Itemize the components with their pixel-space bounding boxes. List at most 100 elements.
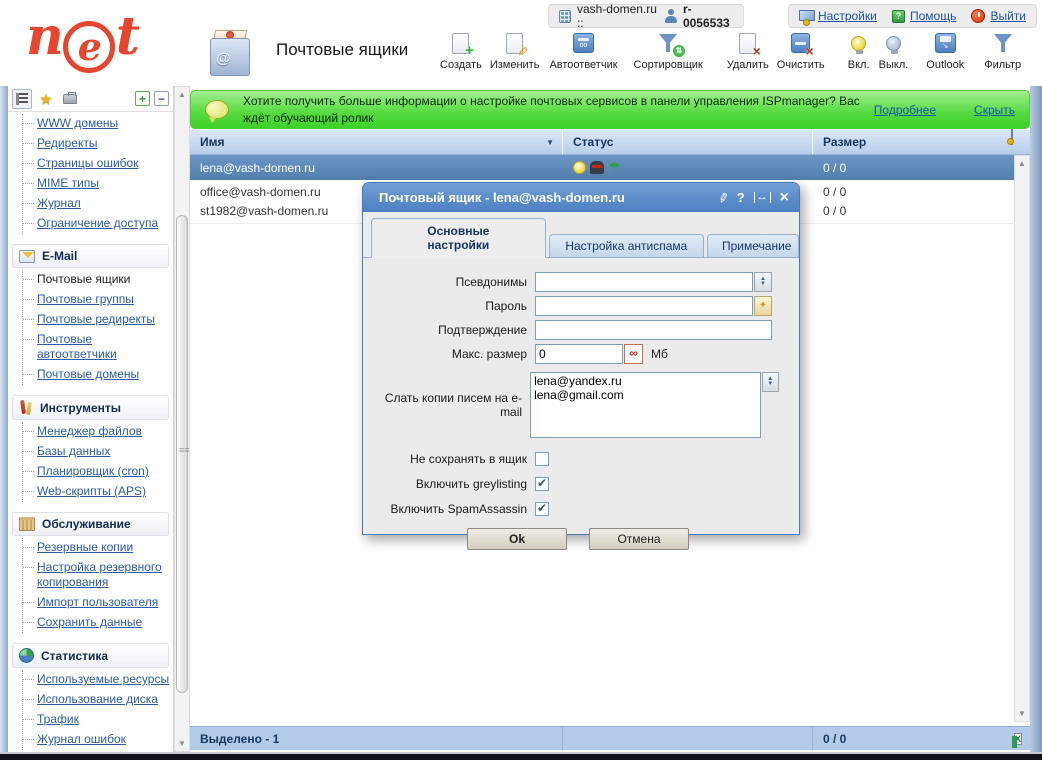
sorter-button[interactable]: ⇅Сортировщик (634, 30, 703, 71)
sidebar-item-mail-domains[interactable]: Почтовые домены (37, 367, 139, 381)
scroll-up-arrow[interactable]: ▲ (1015, 156, 1029, 171)
delete-button[interactable]: ×Удалить (727, 30, 769, 71)
generate-password-button[interactable]: ✦ (754, 296, 772, 316)
banner-hide-link[interactable]: Скрыть (974, 103, 1015, 117)
sidebar-item-mail-groups[interactable]: Почтовые группы (37, 292, 134, 306)
sidebar-item-file-manager[interactable]: Менеджер файлов (37, 424, 142, 438)
spamassassin-checkbox[interactable] (535, 502, 549, 516)
tree-item: Редиректы (23, 134, 173, 154)
tree-item: Журнал (23, 194, 173, 214)
section-maintenance-title: Обслуживание (42, 517, 131, 531)
copies-expand-button[interactable]: ▲▼ (762, 372, 779, 392)
list-scrollbar[interactable]: ▲ ▼ (1014, 155, 1030, 722)
pin-icon[interactable]: ✎ (713, 190, 732, 206)
greylisting-checkbox[interactable] (535, 477, 549, 491)
sidebar-item-log[interactable]: Журнал (37, 196, 81, 210)
autoresponder-button[interactable]: ooАвтоответчик (549, 30, 617, 71)
password-input[interactable] (535, 296, 753, 316)
ok-button[interactable]: Ok (467, 528, 567, 550)
aliases-expand-button[interactable]: ▲▼ (754, 272, 772, 292)
cancel-button[interactable]: Отмена (589, 528, 689, 550)
mailbox-edit-dialog: Почтовый ящик - lena@vash-domen.ru ✎ ? ↔… (362, 182, 800, 535)
sidebar-item-mime-types[interactable]: MIME типы (37, 176, 99, 190)
tab-main-settings[interactable]: Основные настройки (371, 218, 546, 258)
sidebar-item-web-scripts[interactable]: Web-скрипты (APS) (37, 484, 146, 498)
help-link-wrap[interactable]: ?Помощь (892, 9, 956, 23)
outlook-label: Outlook (926, 59, 964, 71)
column-header-settings[interactable] (1010, 130, 1030, 154)
sidebar-item-save-data[interactable]: Сохранить данные (37, 615, 142, 629)
sidebar-item-traffic[interactable]: Трафик (37, 712, 79, 726)
aliases-input[interactable] (535, 272, 753, 292)
outlook-button[interactable]: ↘Outlook (926, 30, 964, 71)
clear-button[interactable]: ×Очистить (777, 30, 825, 71)
scroll-thumb[interactable]: ≡≡ (176, 215, 188, 693)
scroll-up-arrow[interactable]: ▲ (175, 87, 189, 102)
mailbox-status: ☂ (563, 161, 813, 174)
scroll-down-arrow[interactable]: ▼ (1015, 706, 1029, 721)
export-excel-button[interactable]: X (1014, 731, 1022, 747)
sidebar-item-databases[interactable]: Базы данных (37, 444, 110, 458)
tree-item: Импорт пользователя (23, 593, 173, 613)
sidebar-item-mail-autoresponders[interactable]: Почтовые автоответчики (37, 332, 117, 361)
section-maintenance[interactable]: Обслуживание (12, 512, 169, 536)
dialog-titlebar[interactable]: Почтовый ящик - lena@vash-domen.ru ✎ ? ↔… (363, 183, 799, 212)
sort-desc-icon[interactable]: ▼ (546, 138, 554, 147)
unlimited-button[interactable]: ∞ (624, 344, 643, 364)
tab-note[interactable]: Примечание (707, 234, 799, 257)
logout-link[interactable]: Выйти (990, 9, 1026, 23)
close-icon[interactable]: × (780, 191, 789, 205)
sidebar-scrollbar[interactable]: ▲ ▼ ≡≡ (174, 86, 190, 752)
logout-link-wrap[interactable]: Выйти (971, 9, 1026, 23)
sidebar-item-cron[interactable]: Планировщик (cron) (37, 464, 149, 478)
sidebar-item-mailboxes-current[interactable]: Почтовые ящики (37, 272, 130, 286)
briefcase-button[interactable] (60, 89, 80, 109)
sidebar-item-backup-settings[interactable]: Настройка резервного копирования (37, 560, 162, 589)
banner-more-link[interactable]: Подробнее (874, 103, 936, 117)
dialog-help-icon[interactable]: ? (737, 190, 745, 205)
sidebar-item-error-pages[interactable]: Страницы ошибок (37, 156, 138, 170)
copies-textarea[interactable]: lena@yandex.ru lena@gmail.com (530, 372, 760, 438)
table-row-selected[interactable]: lena@vash-domen.ru ☂ 0 / 0 (190, 155, 1014, 180)
help-link[interactable]: Помощь (910, 9, 956, 23)
edit-button[interactable]: ✎Изменить (490, 30, 540, 71)
collapse-all-button[interactable]: − (154, 91, 169, 106)
section-statistics[interactable]: Статистика (12, 643, 169, 668)
confirm-input[interactable] (535, 320, 772, 340)
enable-button[interactable]: Вкл. (845, 30, 873, 71)
sidebar-item-resources[interactable]: Используемые ресурсы (37, 672, 169, 686)
sidebar-item-www-domains[interactable]: WWW домены (37, 116, 118, 130)
tree-item: Настройка резервного копирования (23, 558, 173, 593)
filter-button[interactable]: Фильтр (984, 30, 1021, 71)
settings-link[interactable]: Настройки (818, 9, 877, 23)
section-email[interactable]: E-Mail (12, 244, 169, 268)
sidebar-item-access-limit[interactable]: Ограничение доступа (37, 216, 158, 230)
logo-e-circle: e (63, 21, 115, 73)
expand-all-button[interactable]: + (135, 91, 150, 106)
column-header-name[interactable]: Имя▼ (190, 130, 563, 154)
resize-icon[interactable]: ↔ (754, 192, 771, 203)
sidebar-item-mail-redirects[interactable]: Почтовые редиректы (37, 312, 155, 326)
column-header-status[interactable]: Статус (563, 130, 813, 154)
tab-antispam[interactable]: Настройка антиспама (549, 234, 704, 257)
scroll-down-arrow[interactable]: ▼ (175, 736, 189, 751)
notification-banner: Хотите получить больше информации о наст… (190, 90, 1030, 129)
sidebar-item-redirects[interactable]: Редиректы (37, 136, 97, 150)
maxsize-input[interactable] (535, 344, 623, 364)
dialog-buttons: Ok Отмена (377, 528, 779, 550)
settings-link-wrap[interactable]: Настройки (799, 9, 877, 23)
disable-button[interactable]: Выкл. (879, 30, 909, 71)
sidebar-item-error-log[interactable]: Журнал ошибок (37, 732, 126, 746)
list-view-button[interactable] (12, 89, 32, 109)
column-header-size[interactable]: Размер (813, 130, 1010, 154)
create-button[interactable]: +Создать (440, 30, 482, 71)
favorites-button[interactable]: ★ (36, 89, 56, 109)
autoresponder-label: Автоответчик (549, 59, 617, 71)
nosave-checkbox[interactable] (535, 452, 549, 466)
sync-icon: ⇅ (673, 45, 685, 57)
sidebar-item-user-import[interactable]: Импорт пользователя (37, 595, 158, 609)
section-tools[interactable]: Инструменты (12, 395, 169, 420)
sidebar-item-backups[interactable]: Резервные копии (37, 540, 133, 554)
table-header: Имя▼ Статус Размер (190, 130, 1030, 155)
sidebar-item-disk-usage[interactable]: Использование диска (37, 692, 158, 706)
